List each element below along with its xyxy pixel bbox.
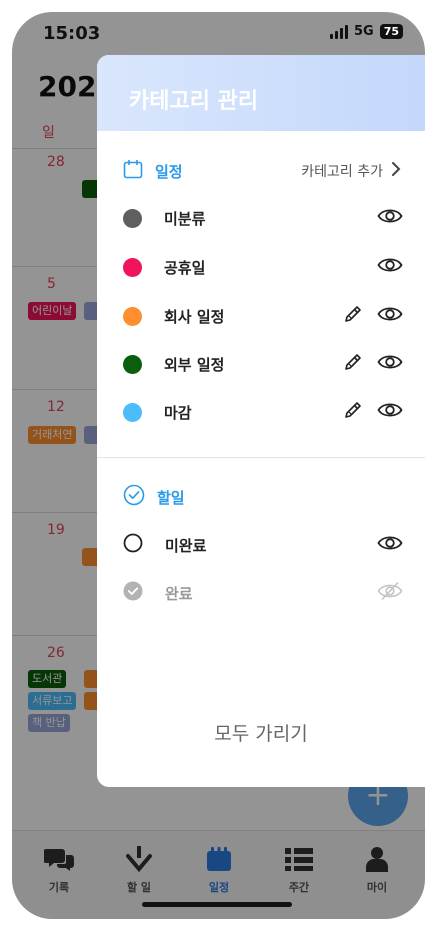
status-bar: 15:03 5G 75 xyxy=(12,12,425,56)
schedule-section-title: 일정 xyxy=(155,162,183,181)
signal-icon xyxy=(329,24,348,39)
schedule-section-header: 일정 카테고리 추가 xyxy=(123,159,401,183)
category-item[interactable]: 회사 일정 xyxy=(123,303,403,329)
add-category-label: 카테고리 추가 xyxy=(301,164,383,180)
eye-icon[interactable] xyxy=(377,353,403,375)
category-label: 미분류 xyxy=(164,209,206,228)
eye-icon[interactable] xyxy=(377,534,403,556)
status-time: 15:03 xyxy=(43,23,101,44)
section-divider xyxy=(97,457,425,458)
check-circle-icon xyxy=(123,484,145,510)
todo-label: 완료 xyxy=(165,584,193,603)
pencil-icon[interactable] xyxy=(343,352,363,376)
network-type: 5G xyxy=(353,24,374,39)
eye-icon[interactable] xyxy=(377,256,403,278)
todo-section-title: 할일 xyxy=(157,488,185,507)
eye-icon[interactable] xyxy=(377,401,403,423)
chevron-right-icon xyxy=(391,161,401,181)
category-label: 외부 일정 xyxy=(164,355,225,374)
circle-outline-icon xyxy=(123,533,143,557)
category-color-dot xyxy=(123,208,142,228)
eye-icon[interactable] xyxy=(377,207,403,229)
category-color-dot xyxy=(123,257,142,277)
hide-all-button[interactable]: 모두 가리기 xyxy=(97,719,425,746)
category-item[interactable]: 공휴일 xyxy=(123,254,403,280)
eye-icon[interactable] xyxy=(377,305,403,327)
todo-item-complete[interactable]: 완료 xyxy=(123,580,403,606)
category-color-dot xyxy=(123,306,142,326)
battery-icon: 75 xyxy=(379,24,403,39)
eye-off-icon[interactable] xyxy=(377,580,403,606)
add-category-button[interactable]: 카테고리 추가 xyxy=(301,161,401,181)
category-label: 마감 xyxy=(164,403,192,422)
todo-section-header: 할일 xyxy=(123,484,401,510)
category-panel: 카테고리 관리 일정 카테고리 추가 미분류 공휴일 회사 일정 외부 일정 마… xyxy=(97,55,425,787)
category-label: 공휴일 xyxy=(164,258,206,277)
calendar-outline-icon xyxy=(123,159,143,183)
category-label: 회사 일정 xyxy=(164,307,225,326)
todo-item-incomplete[interactable]: 미완료 xyxy=(123,532,403,558)
category-item[interactable]: 마감 xyxy=(123,399,403,425)
status-right: 5G 75 xyxy=(329,24,403,39)
phone-screen: 15:03 5G 75 202 일 28 5 어린이날 12 거래처연 19 2… xyxy=(12,12,425,919)
pencil-icon[interactable] xyxy=(343,400,363,424)
check-filled-icon xyxy=(123,581,143,605)
category-item[interactable]: 미분류 xyxy=(123,205,403,231)
home-indicator xyxy=(142,902,292,907)
category-item[interactable]: 외부 일정 xyxy=(123,351,403,377)
category-color-dot xyxy=(123,402,142,422)
panel-title: 카테고리 관리 xyxy=(129,89,259,114)
pencil-icon[interactable] xyxy=(343,304,363,328)
todo-label: 미완료 xyxy=(165,536,207,555)
category-color-dot xyxy=(123,354,142,374)
